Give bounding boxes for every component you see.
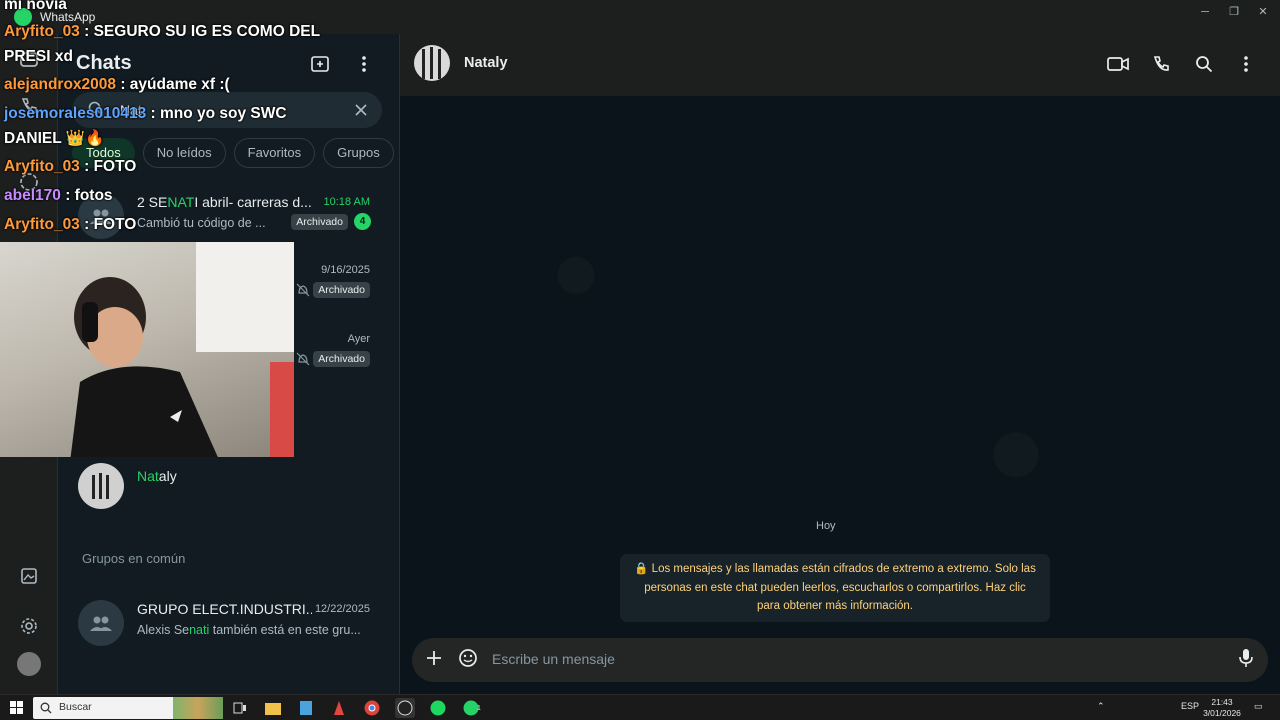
- attach-icon[interactable]: [424, 648, 444, 673]
- close-button[interactable]: ✕: [1252, 4, 1274, 20]
- more-options-icon[interactable]: [1234, 52, 1258, 76]
- notifications-icon[interactable]: ▭: [1254, 701, 1263, 712]
- group-preview: Alexis Senati también está en este gru..…: [137, 623, 361, 637]
- stream-chat-line: alejandrox2008 : ayúdame xf :(: [4, 76, 230, 93]
- chat-preview: Cambió tu código de ...: [137, 216, 266, 230]
- stream-chat-line: abel170 : fotos: [4, 187, 113, 204]
- search-icon: [40, 701, 52, 719]
- stream-chat-line: PRESI xd: [4, 48, 73, 65]
- notepad-icon[interactable]: [296, 698, 316, 718]
- taskbar-search[interactable]: Buscar: [33, 697, 223, 719]
- message-input[interactable]: Escribe un mensaje: [492, 651, 615, 667]
- tray-chevron-icon[interactable]: ⌃: [1097, 701, 1105, 712]
- groups-section-title: Grupos en común: [82, 551, 186, 566]
- menu-button[interactable]: [352, 52, 376, 76]
- chrome-icon[interactable]: [362, 698, 382, 718]
- voice-call-icon[interactable]: [1149, 52, 1173, 76]
- stream-chat-line: josemorales010413 : mno yo soy SWC: [4, 105, 287, 122]
- clock-time: 21:43: [1211, 697, 1233, 707]
- file-explorer-icon[interactable]: [263, 698, 283, 718]
- obs-icon[interactable]: [395, 698, 415, 718]
- settings-icon[interactable]: [17, 614, 41, 638]
- conversation-header[interactable]: Nataly: [400, 34, 1280, 96]
- conversation-panel: Nataly Hoy 🔒 Los mensajes y las llamadas…: [400, 34, 1280, 694]
- app-icon[interactable]: [329, 698, 349, 718]
- maximize-button[interactable]: ❐: [1223, 4, 1245, 20]
- search-icon[interactable]: [1192, 52, 1216, 76]
- clear-search-icon[interactable]: [352, 101, 370, 119]
- contact-name[interactable]: Nataly: [464, 55, 508, 71]
- filter-no-leidos[interactable]: No leídos: [142, 138, 226, 168]
- unread-count-badge: 4: [354, 213, 371, 230]
- stream-chat-line: mi novia: [4, 0, 67, 13]
- muted-icon: [296, 352, 310, 371]
- message-composer: Escribe un mensaje: [412, 638, 1268, 682]
- webcam-overlay: [0, 242, 294, 457]
- taskbar: Buscar 1 ⌃ ESP 21:43 3/01/2026 ▭: [0, 694, 1280, 720]
- panel-title: Chats: [76, 52, 132, 74]
- stream-chat-line: Aryfito_03 : SEGURO SU IG ES COMO DEL: [4, 23, 321, 40]
- taskbar-search-placeholder: Buscar: [59, 701, 92, 713]
- encryption-notice[interactable]: 🔒 Los mensajes y las llamadas están cifr…: [620, 554, 1050, 622]
- clock-date: 3/01/2026: [1203, 708, 1241, 718]
- streamer-figure: [70, 277, 218, 457]
- background-wall: [270, 362, 294, 457]
- contact-name: Nataly: [137, 468, 177, 484]
- contact-row[interactable]: Nataly: [58, 452, 400, 520]
- task-view-icon[interactable]: [230, 698, 250, 718]
- group-time: 12/22/2025: [314, 603, 370, 615]
- taskbar-clock[interactable]: 21:43 3/01/2026: [1200, 697, 1244, 719]
- date-separator: Hoy: [816, 520, 836, 532]
- filter-favoritos[interactable]: Favoritos: [233, 138, 316, 168]
- spotify-icon[interactable]: [428, 698, 448, 718]
- language-indicator[interactable]: ESP: [1181, 701, 1199, 711]
- chat-time: 10:18 AM: [323, 196, 370, 208]
- stream-chat-line: Aryfito_03 : FOTO: [4, 158, 137, 175]
- chat-time: Ayer: [347, 333, 370, 345]
- muted-icon: [296, 283, 310, 302]
- group-avatar: [78, 600, 124, 646]
- sticker-icon[interactable]: [458, 648, 478, 673]
- whatsapp-taskbar-count: 1: [477, 705, 481, 712]
- minimize-button[interactable]: ─: [1194, 4, 1216, 20]
- media-icon[interactable]: [17, 564, 41, 588]
- chat-name: 2 SENATI abril- carreras d...: [137, 194, 312, 210]
- microphone-icon[interactable]: [1238, 648, 1254, 673]
- archived-badge: Archivado: [313, 282, 370, 298]
- chat-time: 9/16/2025: [321, 264, 370, 276]
- search-highlight-image: [173, 697, 223, 719]
- filter-grupos[interactable]: Grupos: [323, 138, 394, 168]
- video-call-icon[interactable]: [1106, 52, 1130, 76]
- windows-start-icon[interactable]: [10, 701, 23, 719]
- archived-badge: Archivado: [291, 214, 348, 230]
- group-row[interactable]: GRUPO ELECT.INDUSTRI... 12/22/2025 Alexi…: [58, 589, 400, 657]
- new-chat-button[interactable]: [308, 52, 332, 76]
- stream-chat-line: Aryfito_03 : FOTO: [4, 216, 137, 233]
- contact-avatar[interactable]: [414, 45, 450, 81]
- profile-avatar[interactable]: [17, 652, 41, 676]
- group-name: GRUPO ELECT.INDUSTRI...: [137, 601, 312, 617]
- contact-avatar: [78, 463, 124, 509]
- stream-chat-line: DANIEL 👑🔥: [4, 130, 105, 147]
- archived-badge: Archivado: [313, 351, 370, 367]
